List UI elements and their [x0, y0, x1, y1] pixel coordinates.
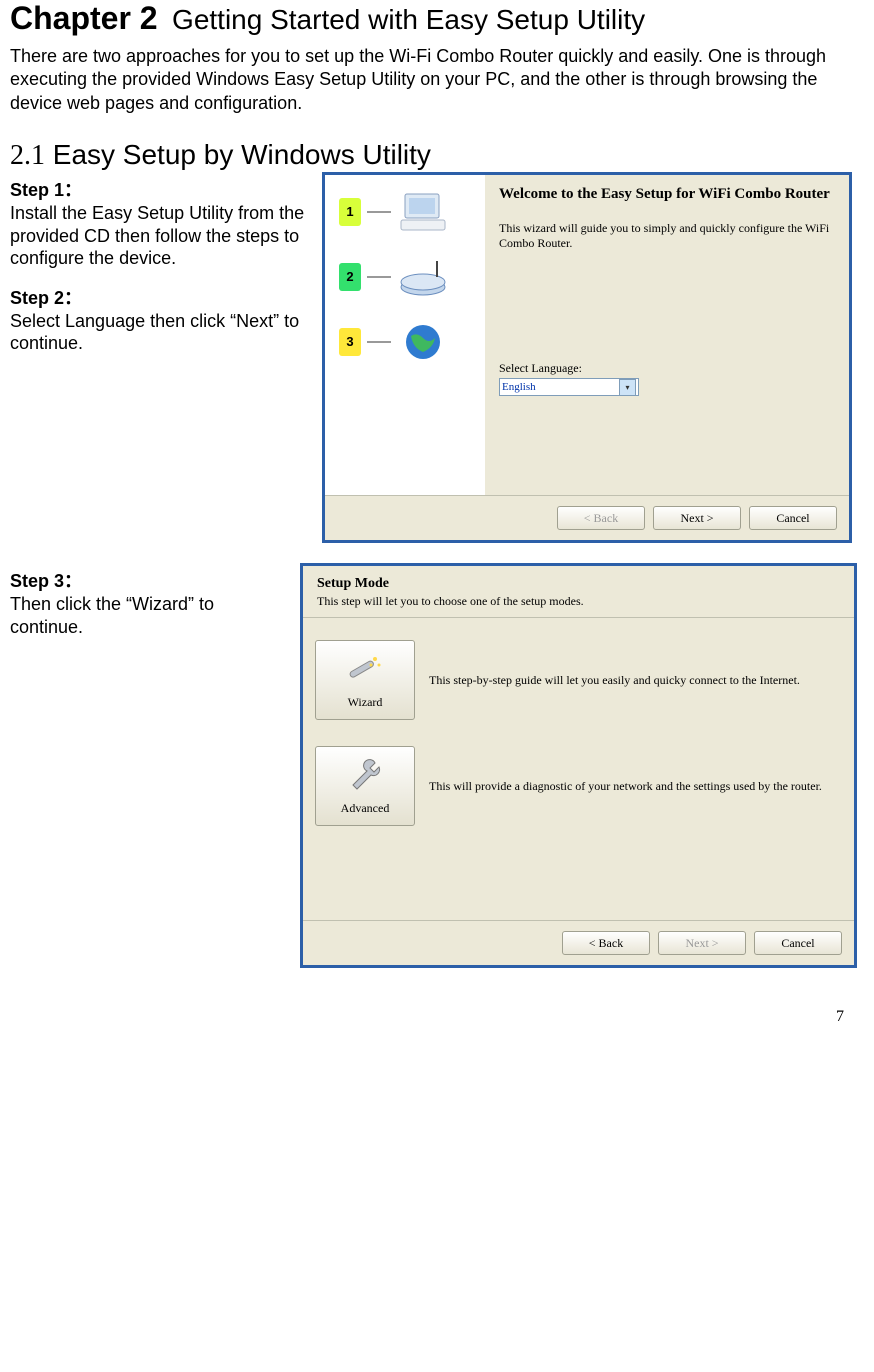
- step1-text: Install the Easy Setup Utility from the …: [10, 202, 310, 270]
- language-label: Select Language:: [499, 361, 835, 376]
- step3-text: Then click the “Wizard” to continue.: [10, 593, 288, 638]
- setup-mode-title: Setup Mode: [317, 576, 840, 592]
- back-button[interactable]: < Back: [562, 931, 650, 955]
- step-badge-1: 1: [339, 198, 361, 226]
- step2-label: Step 2：: [10, 284, 310, 310]
- language-value: English: [502, 381, 536, 393]
- wand-icon: [345, 651, 385, 691]
- welcome-description: This wizard will guide you to simply and…: [499, 221, 835, 251]
- next-button[interactable]: Next >: [653, 506, 741, 530]
- chapter-number: Chapter 2: [10, 0, 158, 36]
- intro-paragraph: There are two approaches for you to set …: [10, 45, 864, 115]
- wrench-icon: [345, 757, 385, 797]
- next-button: Next >: [658, 931, 746, 955]
- setup-mode-dialog: Setup Mode This step will let you to cho…: [300, 563, 857, 968]
- section-heading: 2.1 Easy Setup by Windows Utility: [10, 139, 864, 172]
- advanced-description: This will provide a diagnostic of your n…: [429, 779, 842, 794]
- section-title: Easy Setup by Windows Utility: [53, 139, 431, 170]
- welcome-dialog: 1 2: [322, 172, 852, 543]
- wizard-button[interactable]: Wizard: [315, 640, 415, 720]
- connector-icon: [367, 276, 391, 278]
- wizard-button-label: Wizard: [348, 695, 383, 710]
- connector-icon: [367, 341, 391, 343]
- router-icon: [395, 254, 450, 299]
- wizard-steps-strip: 1 2: [325, 175, 485, 495]
- page-number: 7: [10, 968, 864, 1036]
- step-badge-3: 3: [339, 328, 361, 356]
- section-number: 2.1: [10, 140, 45, 171]
- wizard-description: This step-by-step guide will let you eas…: [429, 673, 842, 688]
- connector-icon: [367, 211, 391, 213]
- chapter-title: Getting Started with Easy Setup Utility: [172, 4, 645, 35]
- step-badge-2: 2: [339, 263, 361, 291]
- chevron-down-icon: ▾: [619, 379, 636, 396]
- chapter-heading: Chapter 2 Getting Started with Easy Setu…: [10, 0, 864, 37]
- cancel-button[interactable]: Cancel: [749, 506, 837, 530]
- globe-icon: [395, 319, 450, 364]
- step3-label: Step 3：: [10, 567, 288, 593]
- advanced-button[interactable]: Advanced: [315, 746, 415, 826]
- setup-mode-subtitle: This step will let you to choose one of …: [317, 594, 840, 609]
- step1-label: Step 1：: [10, 176, 310, 202]
- advanced-button-label: Advanced: [341, 801, 390, 816]
- language-select[interactable]: English ▾: [499, 378, 639, 396]
- computer-icon: [395, 189, 450, 234]
- step2-text: Select Language then click “Next” to con…: [10, 310, 310, 355]
- welcome-title: Welcome to the Easy Setup for WiFi Combo…: [499, 185, 835, 203]
- cancel-button[interactable]: Cancel: [754, 931, 842, 955]
- back-button: < Back: [557, 506, 645, 530]
